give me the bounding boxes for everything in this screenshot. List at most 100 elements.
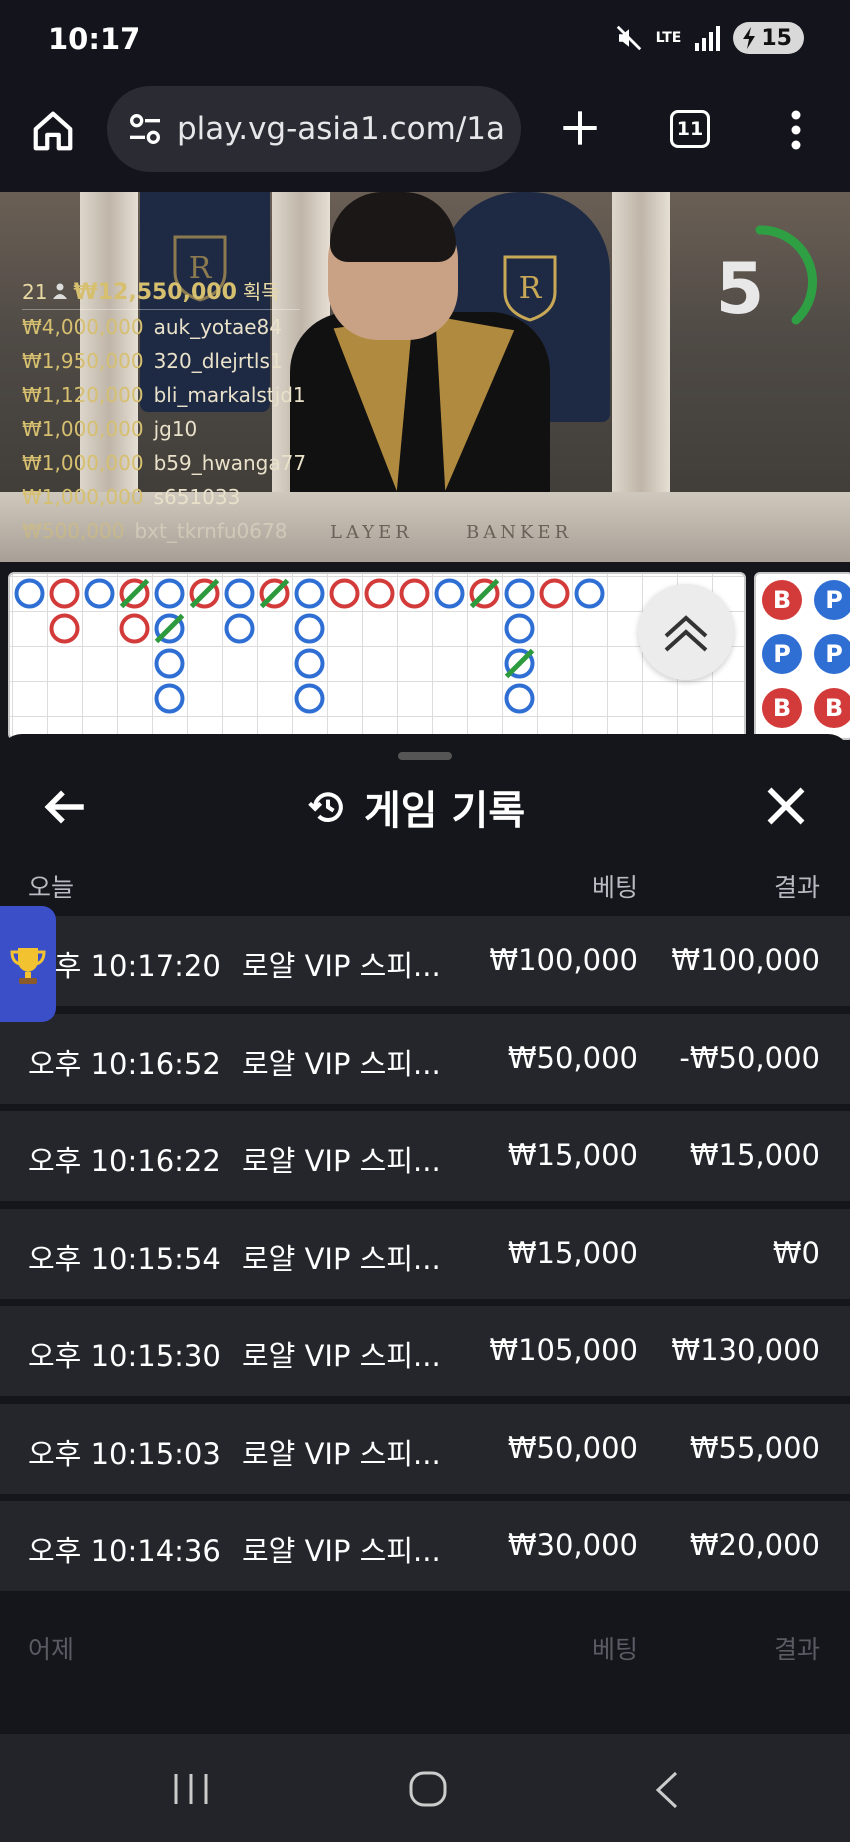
banker-mark [329, 578, 360, 609]
winner-row: ₩1,950,000 320_dlejrtls1 [22, 344, 306, 378]
winner-name: bxt_tkrnfu0678 [134, 519, 288, 543]
arrow-left-icon[interactable] [40, 782, 90, 832]
history-row[interactable]: 오후 10:15:03 로얄 VIP 스피... ₩50,000 ₩55,000 [0, 1403, 850, 1494]
yesterday-header: 어제 베팅 결과 [0, 1630, 850, 1670]
battery-indicator: 15 [733, 22, 804, 54]
game-name: 로얄 VIP 스피... [242, 1436, 441, 1471]
banker-mark [49, 578, 80, 609]
winner-row: ₩1,000,000 jg10 [22, 412, 306, 446]
back-nav-icon[interactable] [652, 1770, 680, 1810]
bead-road[interactable]: BPBPPB [754, 572, 850, 740]
player-mark [504, 578, 535, 609]
winner-row: ₩1,120,000 bli_markalstjd1 [22, 378, 306, 412]
status-bar: 10:17 LTE 15 [0, 0, 850, 80]
history-row[interactable]: 오후 10:15:30 로얄 VIP 스피... ₩105,000 ₩130,000 [0, 1306, 850, 1396]
player-mark [154, 578, 185, 609]
player-bead: P [814, 634, 850, 674]
game-name: 로얄 VIP 스피... [242, 1339, 441, 1373]
history-row[interactable]: 오후 10:16:52 로얄 VIP 스피... ₩50,000 -₩50,000 [0, 1013, 850, 1104]
player-mark [154, 683, 185, 714]
winner-name: bli_markalstjd1 [153, 383, 306, 407]
game-name: 로얄 VIP 스피... [242, 1046, 441, 1081]
history-row[interactable]: 오후 10:16:22 로얄 VIP 스피... ₩15,000 ₩15,000 [0, 1111, 850, 1201]
banker-mark [119, 613, 150, 644]
banker-mark [539, 578, 570, 609]
winners-header: 21 ₩12,550,000 획득 [22, 276, 300, 310]
result-amount: ₩15,000 [689, 1138, 820, 1172]
status-icons: LTE 15 [614, 22, 804, 54]
charging-icon [743, 27, 756, 49]
network-label: LTE [655, 30, 682, 46]
player-mark [294, 578, 325, 609]
felt-banker-label: BANKER [466, 522, 573, 543]
felt-player-label: LAYER [330, 522, 413, 543]
home-nav-icon[interactable] [408, 1770, 448, 1808]
signal-icon [695, 26, 721, 51]
url-text[interactable]: play.vg-asia1.com/1a [177, 111, 505, 147]
player-mark [504, 683, 535, 714]
close-icon[interactable] [764, 784, 808, 828]
result-column-header: 결과 [773, 1635, 820, 1664]
leaderboard-tab[interactable] [0, 906, 56, 1022]
tab-switcher-button[interactable]: 11 [670, 110, 710, 148]
history-icon [308, 792, 343, 822]
recent-apps-icon[interactable] [172, 1772, 210, 1806]
bet-column-header: 베팅 [591, 1635, 638, 1664]
winners-panel: 21 ₩12,550,000 획득 ₩4,000,000 auk_yotae84 ₩… [22, 276, 306, 548]
sheet-title-text: 게임 기록 [364, 788, 526, 834]
more-vert-icon[interactable] [790, 110, 802, 150]
winner-row: ₩1,000,000 b59_hwanga77 [22, 446, 306, 480]
today-label: 오늘 [28, 873, 75, 902]
result-amount: ₩55,000 [689, 1430, 820, 1465]
status-time: 10:17 [48, 22, 141, 56]
winner-amount: ₩4,000,000 [22, 315, 144, 339]
game-name: 로얄 VIP 스피... [242, 949, 441, 983]
round-time: 오후 10:14:36 [28, 1534, 221, 1568]
bet-column-header: 베팅 [591, 873, 638, 902]
sheet-title: 게임 기록 [306, 778, 525, 836]
winner-amount: ₩500,000 [22, 519, 125, 543]
system-navigation-bar [0, 1734, 850, 1842]
live-video-stream[interactable]: R R LAYER BANKER 21 ₩12,550,000 획득 ₩4,00… [0, 192, 850, 562]
winner-row: ₩4,000,000 auk_yotae84 [22, 310, 306, 344]
sheet-drag-handle[interactable] [398, 752, 452, 760]
round-time: 오후 10:15:03 [28, 1436, 221, 1471]
winner-row: ₩500,000 bxt_tkrnfu0678 [22, 514, 306, 548]
winner-name: jg10 [153, 417, 198, 441]
history-row[interactable]: 오후 10:15:54 로얄 VIP 스피... ₩15,000 ₩0 [0, 1208, 850, 1299]
game-name: 로얄 VIP 스피... [242, 1534, 441, 1568]
round-time: 오후 10:17:20 [28, 949, 221, 983]
home-icon[interactable] [30, 108, 76, 154]
person-icon [53, 283, 68, 299]
player-bead: P [814, 580, 850, 620]
browser-toolbar: play.vg-asia1.com/1a 11 [0, 80, 850, 192]
result-amount: ₩130,000 [671, 1333, 820, 1367]
bet-amount: ₩30,000 [507, 1528, 638, 1562]
tune-icon[interactable] [125, 109, 165, 149]
game-name: 로얄 VIP 스피... [242, 1241, 441, 1276]
history-row[interactable]: 오후 10:17:20 로얄 VIP 스피... ₩100,000 ₩100,000 [0, 916, 850, 1006]
winner-amount: ₩1,000,000 [22, 417, 144, 441]
bet-amount: ₩50,000 [507, 1430, 638, 1465]
player-mark [154, 648, 185, 679]
winner-name: 320_dlejrtls1 [153, 349, 283, 373]
player-mark [574, 578, 605, 609]
round-time: 오후 10:16:52 [28, 1046, 221, 1081]
mute-icon [616, 25, 641, 51]
winner-name: s651033 [153, 485, 241, 509]
plus-icon[interactable] [560, 108, 600, 148]
bet-amount: ₩50,000 [507, 1040, 638, 1075]
history-row[interactable]: 오후 10:14:36 로얄 VIP 스피... ₩30,000 ₩20,000 [0, 1501, 850, 1591]
player-mark [294, 648, 325, 679]
result-amount: ₩20,000 [689, 1528, 820, 1562]
result-amount: ₩0 [772, 1235, 820, 1270]
player-mark [434, 578, 465, 609]
winner-name: auk_yotae84 [153, 315, 282, 339]
big-road-scoreboard[interactable] [8, 572, 746, 740]
bet-amount: ₩100,000 [489, 943, 638, 977]
player-mark [504, 613, 535, 644]
winner-row: ₩1,000,000 s651033 [22, 480, 306, 514]
history-list: 오후 10:17:20 로얄 VIP 스피... ₩100,000 ₩100,000 오… [0, 916, 850, 1599]
expand-roadmap-button[interactable] [638, 584, 734, 680]
address-bar[interactable]: play.vg-asia1.com/1a [107, 86, 521, 172]
